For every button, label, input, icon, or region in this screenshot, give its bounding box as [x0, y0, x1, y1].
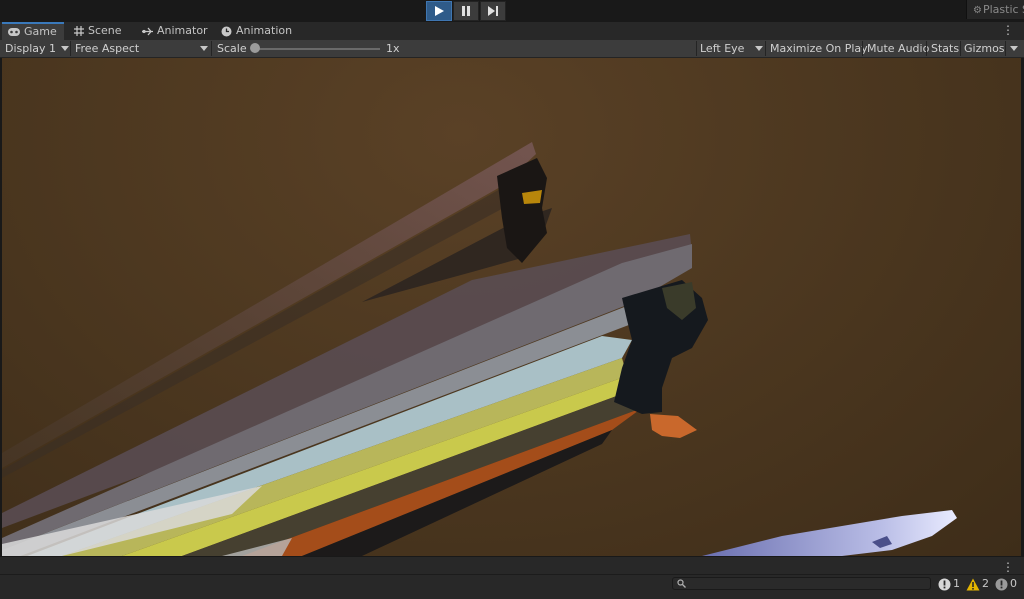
- step-icon: [488, 6, 498, 16]
- tab-scene[interactable]: Scene: [74, 22, 122, 40]
- chevron-down-icon: [61, 46, 69, 51]
- more-options-icon[interactable]: ⋮: [1002, 24, 1014, 36]
- pause-button[interactable]: [453, 1, 479, 21]
- gizmos-chevron-down-icon[interactable]: [1010, 46, 1018, 51]
- step-button[interactable]: [480, 1, 506, 21]
- play-icon: [435, 6, 444, 16]
- display-label: Display 1: [5, 42, 57, 55]
- divider: [211, 41, 212, 56]
- error-count: 0: [1010, 577, 1017, 590]
- aspect-label: Free Aspect: [75, 42, 140, 55]
- gamepad-icon: [8, 28, 20, 36]
- divider: [926, 41, 927, 56]
- game-viewport[interactable]: [2, 58, 1021, 556]
- animator-icon: [142, 27, 153, 36]
- grid-icon: [74, 26, 84, 36]
- chevron-down-icon: [200, 46, 208, 51]
- tab-label: Animator: [157, 24, 208, 37]
- divider: [960, 41, 961, 56]
- scale-slider-track[interactable]: [256, 48, 380, 50]
- tab-bar: Game Scene Animator Animation: [0, 22, 1024, 40]
- warning-count-toggle[interactable]: 2: [966, 576, 989, 592]
- tab-label: Scene: [88, 24, 122, 37]
- divider: [862, 41, 863, 56]
- gizmos-toggle[interactable]: Gizmos: [964, 40, 1005, 57]
- aspect-dropdown[interactable]: Free Aspect: [75, 40, 139, 57]
- more-options-icon[interactable]: ⋮: [1002, 561, 1014, 573]
- scale-value: 1x: [386, 42, 400, 55]
- clock-icon: [221, 26, 232, 37]
- plastic-scm-button[interactable]: ⚙Plastic S: [966, 0, 1024, 19]
- pause-icon: [462, 6, 470, 16]
- tab-label: Animation: [236, 24, 293, 37]
- rendered-scene: [2, 142, 957, 556]
- console-search[interactable]: [672, 577, 931, 590]
- eye-label: Left Eye: [700, 42, 745, 55]
- gear-icon: ⚙: [973, 5, 982, 16]
- scale-label: Scale: [217, 42, 247, 55]
- divider: [1005, 41, 1006, 56]
- error-count-toggle[interactable]: 0: [995, 576, 1017, 592]
- chevron-down-icon: [755, 46, 763, 51]
- mute-audio-toggle[interactable]: Mute Audio: [867, 40, 929, 57]
- play-button[interactable]: [426, 1, 452, 21]
- tab-animator[interactable]: Animator: [142, 22, 208, 40]
- error-icon: [995, 578, 1008, 590]
- tab-animation[interactable]: Animation: [221, 22, 292, 40]
- info-icon: [938, 578, 951, 590]
- eye-dropdown[interactable]: Left Eye: [700, 40, 744, 57]
- game-toolbar: Display 1 Free Aspect Scale 1x Left Eye …: [0, 40, 1024, 58]
- tab-game[interactable]: Game: [2, 22, 64, 40]
- info-count: 1: [953, 577, 960, 590]
- tab-label: Game: [24, 25, 57, 38]
- blue-object: [702, 510, 957, 556]
- divider: [765, 41, 766, 56]
- scale-slider-handle[interactable]: [250, 43, 260, 53]
- console-header: [0, 557, 1024, 574]
- divider: [696, 41, 697, 56]
- plastic-label: Plastic S: [982, 3, 1024, 16]
- search-input[interactable]: [689, 578, 925, 589]
- search-icon: [677, 579, 686, 588]
- play-mode-bar: ⚙Plastic S: [0, 0, 1024, 22]
- stats-toggle[interactable]: Stats: [931, 40, 959, 57]
- display-dropdown[interactable]: Display 1: [5, 40, 56, 57]
- info-count-toggle[interactable]: 1: [938, 576, 960, 592]
- warning-count: 2: [982, 577, 989, 590]
- divider: [70, 41, 71, 56]
- maximize-on-play-toggle[interactable]: Maximize On Play: [770, 40, 868, 57]
- warning-icon: [966, 578, 980, 590]
- orange-fragment: [650, 414, 697, 438]
